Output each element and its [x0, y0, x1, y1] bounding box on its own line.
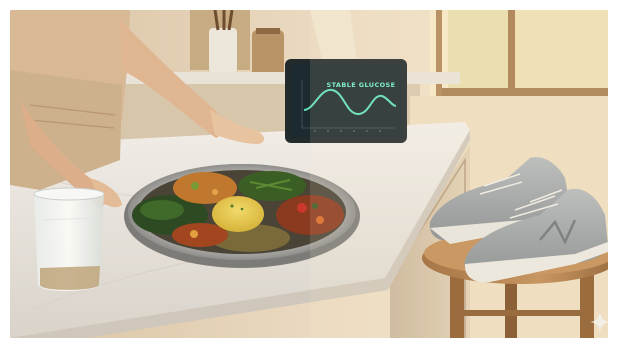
tablet-screen-title: STABLE GLUCOSE — [326, 81, 396, 89]
water-glass — [33, 187, 105, 292]
kitchen-scene — [10, 10, 608, 338]
image-frame: STABLE GLUCOSE — [0, 0, 618, 348]
turmeric-rice — [212, 196, 264, 232]
kitchen-photo: STABLE GLUCOSE — [10, 10, 608, 338]
sparkle-icon — [590, 312, 610, 332]
